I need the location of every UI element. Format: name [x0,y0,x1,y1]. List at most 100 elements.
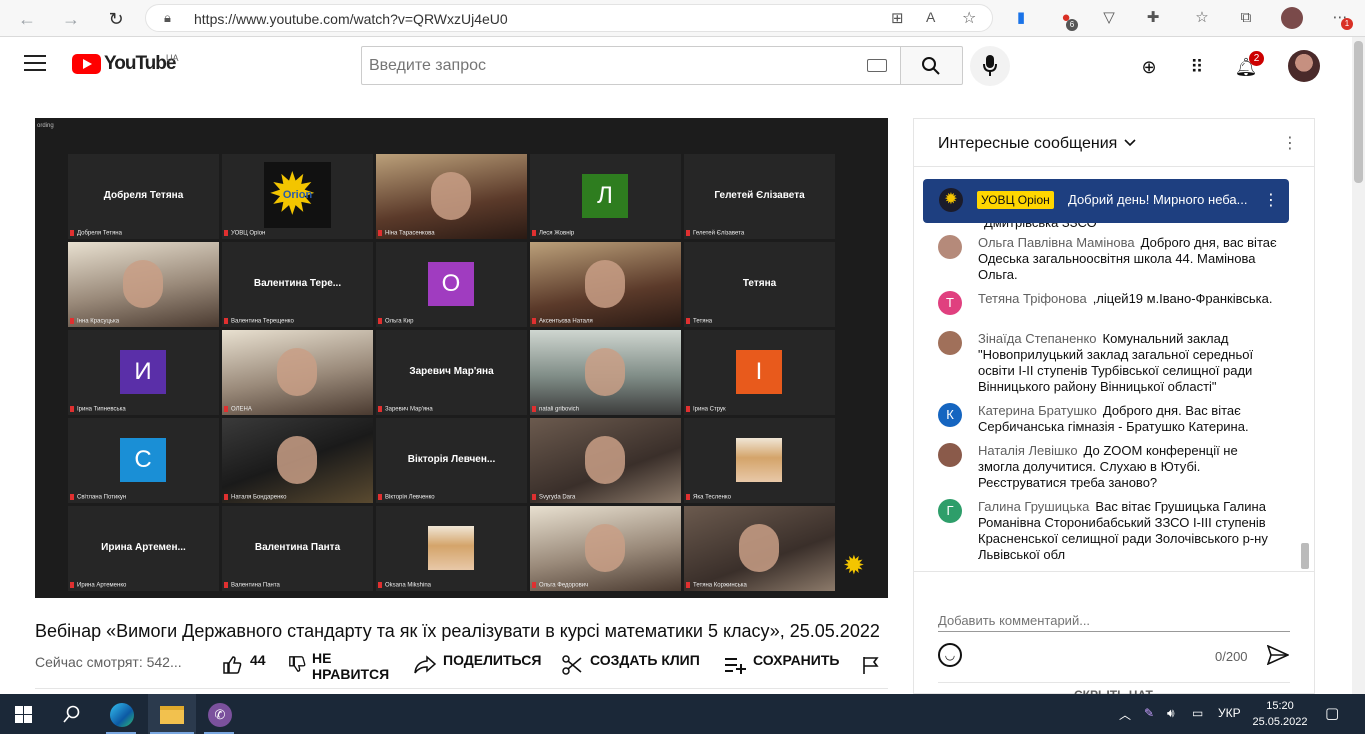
participant-display-name: Тетяна [742,278,777,289]
participant-name-label: Svyryda Dara [532,494,575,501]
video-player[interactable]: ording Добреля Тетяна Добреля Тетяна ✹ Orio… [35,118,888,598]
tray-chevron-up-icon[interactable]: ︿ [1119,706,1131,723]
apps-grid-icon[interactable]: ⠿ [1185,55,1209,79]
participant-display-name: Вікторія Левчен... [407,454,496,465]
report-flag-icon[interactable] [862,656,880,674]
extension-shield-icon[interactable]: ▮ [1011,8,1031,28]
star-logo-icon: ✹ [939,188,963,212]
url-text: https://www.youtube.com/watch?v=QRWxzUj4… [194,11,508,27]
create-clip-button[interactable]: СОЗДАТЬ КЛИП [590,652,700,668]
like-icon[interactable] [222,655,242,675]
pinned-more-icon[interactable]: ⋮ [1263,190,1279,210]
input-language[interactable]: УКР [1218,706,1241,720]
taskbar-search-icon[interactable] [63,705,81,723]
chat-author-name[interactable]: Тетяна Тріфонова [978,291,1087,306]
viber-icon[interactable]: ✆ [196,694,244,734]
participant-tile: Тетяна Коржинська [684,506,835,591]
chat-scrollbar[interactable] [1301,543,1309,569]
edge-browser-icon[interactable] [98,694,146,734]
participant-display-name: Валентина Тере... [253,278,342,289]
like-count[interactable]: 44 [250,652,266,668]
youtube-play-icon [72,54,101,74]
participant-tile: О Ольга Кир [376,242,527,327]
reload-icon[interactable]: ↻ [103,6,129,32]
participant-display-name: Добреля Тетяна [103,190,184,201]
share-icon[interactable] [414,655,436,675]
participant-video [530,418,681,503]
participant-face [739,524,779,572]
emoji-icon[interactable]: ◡ [938,643,962,667]
windows-start-icon[interactable] [15,706,32,723]
chat-author-name[interactable]: Зінаїда Степаненко [978,331,1097,346]
participant-video [530,506,681,591]
dislike-icon[interactable] [288,655,306,673]
dislike-button[interactable]: НЕ НРАВИТСЯ [312,650,389,682]
search-input[interactable] [361,46,901,85]
save-button[interactable]: СОХРАНИТЬ [753,652,839,668]
keyboard-icon[interactable] [867,59,887,72]
chat-message[interactable]: Наталія Левішко До ZOOM конференції не зм… [978,443,1278,491]
create-video-icon[interactable]: ⊕ [1137,55,1161,79]
search-button[interactable] [900,46,963,85]
chat-message[interactable]: Ольга Павлівна Мамінова Доброго дня, вас … [978,235,1278,283]
chat-author-avatar[interactable] [938,235,962,259]
hamburger-menu-icon[interactable] [24,55,46,73]
clock[interactable]: 15:20 25.05.2022 [1250,698,1310,730]
chat-message[interactable]: Катерина Братушко Доброго дня. Вас вітає … [978,403,1278,435]
participant-name-label: Добреля Тетяна [70,230,122,237]
chat-message[interactable]: Зінаїда Степаненко Комунальний заклад "Но… [978,331,1278,395]
read-aloud-icon[interactable]: A [926,9,935,25]
pinned-message[interactable]: ✹ УОВЦ Оріон Добрий день! Мирного неба..… [923,179,1289,223]
app-install-icon[interactable]: ⊞ [891,9,904,27]
collections-icon[interactable]: ⧉ [1236,8,1256,28]
chat-author-name[interactable]: Катерина Братушко [978,403,1097,418]
participant-photo [736,438,782,482]
live-chat-panel: Интересные сообщения ⋮ Дмитрівська ЗЗСО … [913,118,1315,695]
participant-name-label: Ольга Кир [378,318,413,325]
chat-author-avatar[interactable]: К [938,403,962,427]
extensions-puzzle-icon[interactable]: ✚ [1143,8,1163,28]
tray-pen-icon[interactable]: ✎ [1144,706,1154,720]
action-center-icon[interactable]: ▢ [1325,704,1339,722]
participant-video [530,330,681,415]
save-playlist-icon[interactable] [724,656,746,674]
participant-name-label: natali gribovich [532,406,579,413]
comment-input[interactable] [938,610,1290,632]
favorites-icon[interactable]: ☆ [1192,8,1212,28]
chat-more-icon[interactable]: ⋮ [1282,133,1298,153]
profile-avatar[interactable] [1281,7,1303,29]
voice-search-button[interactable] [970,46,1010,86]
chat-message[interactable]: Тетяна Тріфонова ,ліцей19 м.Івано-Франків… [978,291,1278,307]
page-scrollbar[interactable] [1352,37,1365,694]
favorite-add-icon[interactable]: ☆ [962,8,976,28]
chat-author-avatar[interactable] [938,331,962,355]
chat-author-name[interactable]: Наталія Левішко [978,443,1078,458]
live-viewers-count: Сейчас смотрят: 542... [35,654,182,670]
send-icon[interactable] [1267,645,1289,665]
file-explorer-icon[interactable] [148,694,196,734]
account-avatar[interactable] [1288,50,1320,82]
scissors-icon[interactable] [562,655,582,675]
chat-message[interactable]: Галина Грушицька Вас вітає Грушицька Гали… [978,499,1278,563]
participant-name-label: Тетяна Коржинська [686,582,747,589]
back-icon[interactable]: ← [14,6,40,32]
address-bar[interactable]: 🔒︎ https://www.youtube.com/watch?v=QRWxz… [145,4,993,32]
chat-author-avatar[interactable]: Г [938,499,962,523]
chat-author-name[interactable]: Галина Грушицька [978,499,1089,514]
participant-tile: Наталя Бондаренко [222,418,373,503]
chat-author-avatar[interactable]: Т [938,291,962,315]
chat-author-avatar[interactable] [938,443,962,467]
vpn-icon[interactable]: ▽ [1099,8,1119,28]
page-scrollbar-thumb[interactable] [1354,41,1363,183]
share-button[interactable]: ПОДЕЛИТЬСЯ [443,652,541,668]
chat-author-name[interactable]: Ольга Павлівна Мамінова [978,235,1135,250]
network-icon[interactable]: ▭ [1192,706,1203,720]
participant-tile: natali gribovich [530,330,681,415]
participant-initial-avatar: С [120,438,166,482]
participant-display-name: Ирина Артемен... [101,542,186,553]
chat-mode-selector[interactable]: Интересные сообщения [938,135,1117,153]
chevron-down-icon[interactable] [1124,139,1136,147]
volume-icon[interactable]: 🔊︎ [1167,706,1175,721]
participant-face [585,524,625,572]
forward-icon[interactable]: → [58,6,84,32]
